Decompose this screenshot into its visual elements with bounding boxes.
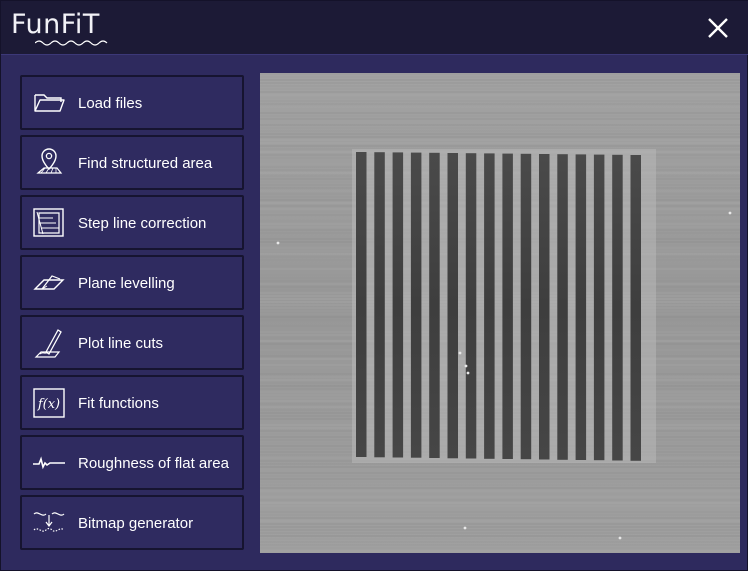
image-viewer[interactable] bbox=[260, 73, 740, 553]
load-files-button[interactable]: Load files bbox=[20, 75, 244, 130]
close-button[interactable] bbox=[701, 11, 735, 45]
plane-levelling-label: Plane levelling bbox=[78, 275, 175, 292]
roughness-of-flat-area-button[interactable]: Roughness of flat area bbox=[20, 435, 244, 490]
load-files-label: Load files bbox=[78, 95, 143, 112]
image-speck bbox=[463, 526, 467, 530]
logo-wave-icon bbox=[35, 40, 108, 46]
plot-line-cuts-label: Plot line cuts bbox=[78, 335, 164, 352]
find-structured-area-button[interactable]: Find structured area bbox=[20, 135, 244, 190]
step-correction-icon bbox=[33, 208, 64, 237]
close-icon bbox=[708, 18, 728, 38]
svg-text:f(x): f(x) bbox=[37, 397, 60, 412]
grating-line bbox=[429, 152, 440, 459]
grating-line bbox=[612, 154, 623, 461]
image-speck bbox=[728, 211, 732, 215]
grating-line bbox=[557, 154, 568, 460]
tool-sidebar: Load files Find structured area Step lin… bbox=[20, 75, 244, 555]
grating-line bbox=[465, 153, 477, 459]
bitmap-generator-label: Bitmap generator bbox=[78, 515, 194, 532]
grating-line bbox=[575, 154, 587, 460]
app-window: FunFiT Load files Find structured area S… bbox=[0, 0, 748, 571]
pen-plot-icon bbox=[34, 329, 62, 358]
function-icon: f(x) bbox=[33, 388, 65, 418]
image-speck bbox=[464, 364, 468, 368]
image-speck bbox=[618, 536, 622, 540]
find-structured-area-label: Find structured area bbox=[78, 155, 213, 172]
fit-functions-label: Fit functions bbox=[78, 395, 159, 412]
grating-line bbox=[630, 155, 641, 461]
grating-line bbox=[502, 153, 513, 459]
plane-icon bbox=[33, 275, 65, 290]
grating-line bbox=[539, 154, 550, 460]
grating-image bbox=[260, 73, 740, 553]
step-line-correction-label: Step line correction bbox=[78, 215, 207, 232]
grating-line bbox=[374, 152, 385, 458]
image-speck bbox=[466, 371, 470, 375]
grating-line bbox=[484, 153, 495, 459]
grating-line bbox=[520, 153, 532, 460]
plot-line-cuts-button[interactable]: Plot line cuts bbox=[20, 315, 244, 370]
grating-line bbox=[447, 153, 458, 459]
app-title: FunFiT bbox=[11, 9, 100, 40]
image-speck bbox=[458, 351, 462, 355]
grating-line bbox=[356, 152, 367, 457]
grating-line bbox=[410, 152, 422, 458]
roughness-of-flat-area-label: Roughness of flat area bbox=[78, 455, 229, 472]
grating-line bbox=[392, 152, 404, 458]
bitmap-generator-button[interactable]: Bitmap generator bbox=[20, 495, 244, 550]
profile-icon bbox=[33, 456, 65, 470]
plane-levelling-button[interactable]: Plane levelling bbox=[20, 255, 244, 310]
bitmap-icon bbox=[33, 512, 65, 532]
grating-line bbox=[593, 154, 605, 461]
location-pin-icon bbox=[36, 148, 63, 174]
fit-functions-button[interactable]: f(x) Fit functions bbox=[20, 375, 244, 430]
folder-icon bbox=[34, 94, 65, 112]
image-speck bbox=[276, 241, 280, 245]
title-bar: FunFiT bbox=[1, 1, 748, 55]
step-line-correction-button[interactable]: Step line correction bbox=[20, 195, 244, 250]
